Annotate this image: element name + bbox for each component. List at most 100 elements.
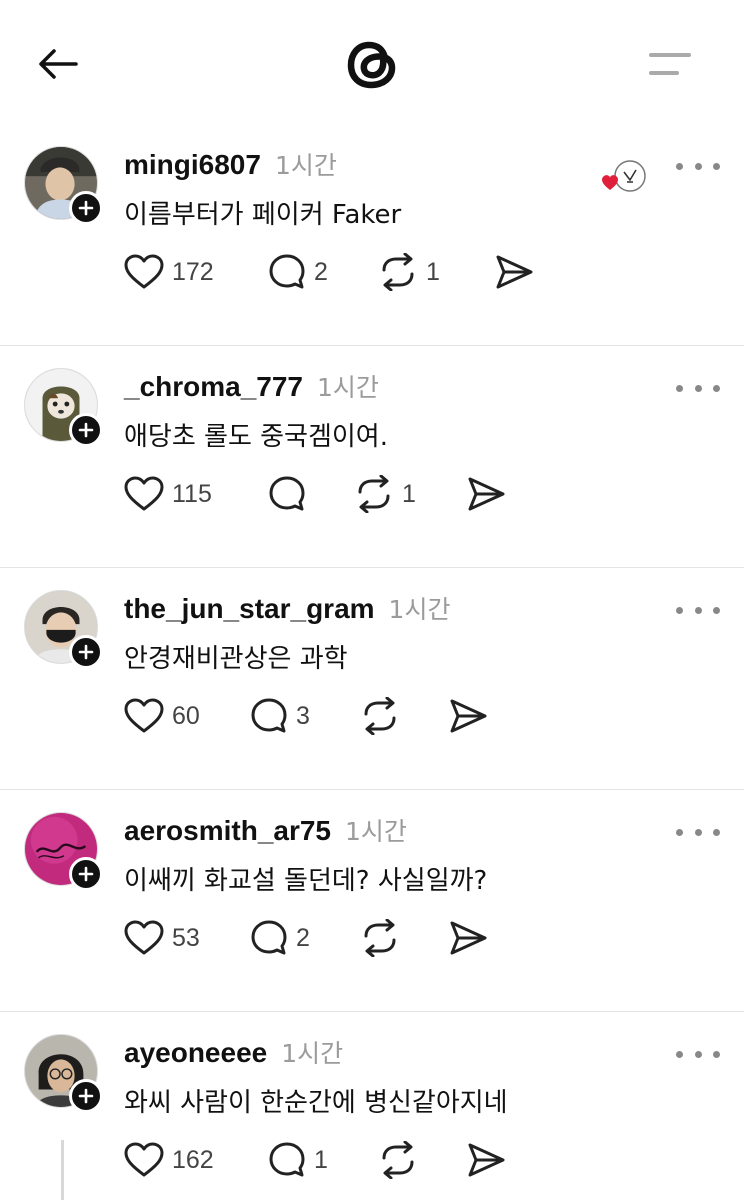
repost-icon bbox=[382, 1141, 414, 1179]
like-count: 172 bbox=[172, 257, 214, 286]
menu-button[interactable] bbox=[640, 44, 700, 84]
repost-button[interactable] bbox=[360, 692, 448, 740]
more-dot bbox=[676, 384, 683, 392]
plus-icon bbox=[78, 200, 94, 216]
reply-count: 3 bbox=[296, 701, 310, 730]
more-options-button[interactable] bbox=[676, 376, 720, 400]
repost-button[interactable] bbox=[378, 1136, 466, 1184]
heart-icon bbox=[124, 920, 164, 955]
avatar-wrap bbox=[24, 1034, 103, 1113]
repost-button[interactable]: 1 bbox=[354, 470, 466, 518]
more-dot bbox=[676, 606, 683, 614]
like-button[interactable]: 115 bbox=[124, 470, 268, 518]
more-dot bbox=[694, 828, 702, 836]
username[interactable]: mingi6807 bbox=[124, 149, 261, 181]
reply-button[interactable]: 1 bbox=[268, 1136, 378, 1184]
heart-icon bbox=[124, 698, 164, 733]
post-meta: _chroma_777 1시간 bbox=[124, 368, 379, 408]
follow-button[interactable] bbox=[69, 857, 103, 891]
more-dot bbox=[713, 606, 720, 614]
post-actions: 162 1 bbox=[124, 1136, 506, 1184]
like-button[interactable]: 53 bbox=[124, 914, 250, 962]
share-button[interactable] bbox=[466, 470, 506, 518]
more-dot bbox=[676, 1050, 683, 1058]
send-icon bbox=[468, 1143, 505, 1177]
comment-icon bbox=[269, 254, 305, 289]
menu-icon bbox=[649, 53, 691, 75]
like-count: 162 bbox=[172, 1145, 214, 1174]
like-count: 60 bbox=[172, 701, 200, 730]
more-dot bbox=[676, 828, 683, 836]
threads-logo-icon[interactable] bbox=[336, 28, 408, 100]
more-options-button[interactable] bbox=[676, 598, 720, 622]
repost-count: 1 bbox=[402, 479, 416, 508]
heart-icon bbox=[124, 476, 164, 511]
more-dot bbox=[694, 606, 702, 614]
repost-button[interactable] bbox=[360, 914, 448, 962]
reply-button[interactable]: 2 bbox=[250, 914, 360, 962]
follow-button[interactable] bbox=[69, 191, 103, 225]
thread-line bbox=[61, 1140, 64, 1200]
post-text: 이름부터가 페이커 Faker bbox=[124, 200, 402, 230]
post-text: 안경재비관상은 과학 bbox=[124, 644, 348, 674]
post-item: aerosmith_ar75 1시간 이쌔끼 화교설 돌던데? 사실일까? 53… bbox=[0, 790, 744, 1012]
reply-count: 2 bbox=[314, 257, 328, 286]
username[interactable]: ayeoneeee bbox=[124, 1037, 267, 1069]
username[interactable]: the_jun_star_gram bbox=[124, 593, 375, 625]
reply-button[interactable]: 3 bbox=[250, 692, 360, 740]
more-dot bbox=[713, 162, 720, 170]
more-options-button[interactable] bbox=[676, 154, 720, 178]
more-options-button[interactable] bbox=[676, 820, 720, 844]
post-meta: the_jun_star_gram 1시간 bbox=[124, 590, 450, 630]
repost-button[interactable]: 1 bbox=[378, 248, 494, 296]
follow-button[interactable] bbox=[69, 635, 103, 669]
more-dot bbox=[676, 162, 683, 170]
comment-icon bbox=[251, 920, 287, 955]
repost-count: 1 bbox=[426, 257, 440, 286]
share-button[interactable] bbox=[494, 248, 534, 296]
follow-button[interactable] bbox=[69, 413, 103, 447]
reply-count: 2 bbox=[296, 923, 310, 952]
arrow-left-icon bbox=[39, 49, 78, 79]
share-button[interactable] bbox=[448, 914, 488, 962]
avatar-wrap bbox=[24, 812, 103, 891]
plus-icon bbox=[78, 1088, 94, 1104]
repost-icon bbox=[364, 919, 396, 957]
repost-icon bbox=[364, 697, 396, 735]
reply-button[interactable] bbox=[268, 470, 354, 518]
more-dot bbox=[713, 384, 720, 392]
comment-icon bbox=[269, 1142, 305, 1177]
post-text: 이쌔끼 화교설 돌던데? 사실일까? bbox=[124, 866, 488, 896]
reply-button[interactable]: 2 bbox=[268, 248, 378, 296]
username[interactable]: _chroma_777 bbox=[124, 371, 303, 403]
repost-icon bbox=[382, 253, 414, 291]
share-button[interactable] bbox=[466, 1136, 506, 1184]
post-time: 1시간 bbox=[274, 151, 337, 180]
heart-icon bbox=[124, 1142, 164, 1177]
post-actions: 172 2 1 bbox=[124, 248, 534, 296]
like-button[interactable]: 60 bbox=[124, 692, 250, 740]
send-icon bbox=[450, 699, 487, 733]
like-count: 53 bbox=[172, 923, 200, 952]
post-item: mingi6807 1시간 이름부터가 페이커 Faker 172 2 1 bbox=[0, 124, 744, 346]
post-text: 애당초 롤도 중국겜이여. bbox=[124, 422, 388, 452]
heart-badge-icon bbox=[602, 160, 646, 192]
more-options-button[interactable] bbox=[676, 1042, 720, 1066]
username[interactable]: aerosmith_ar75 bbox=[124, 815, 331, 847]
comment-icon bbox=[269, 476, 305, 511]
avatar-wrap bbox=[24, 590, 103, 669]
share-button[interactable] bbox=[448, 692, 488, 740]
back-button[interactable] bbox=[32, 40, 84, 88]
post-meta: mingi6807 1시간 bbox=[124, 146, 337, 186]
send-icon bbox=[468, 477, 505, 511]
like-button[interactable]: 172 bbox=[124, 248, 268, 296]
reply-count: 1 bbox=[314, 1145, 328, 1174]
comment-icon bbox=[251, 698, 287, 733]
post-meta: aerosmith_ar75 1시간 bbox=[124, 812, 407, 852]
post-item: _chroma_777 1시간 애당초 롤도 중국겜이여. 115 1 bbox=[0, 346, 744, 568]
more-dot bbox=[694, 1050, 702, 1058]
repost-icon bbox=[358, 475, 390, 513]
follow-button[interactable] bbox=[69, 1079, 103, 1113]
send-icon bbox=[496, 255, 533, 289]
like-button[interactable]: 162 bbox=[124, 1136, 268, 1184]
